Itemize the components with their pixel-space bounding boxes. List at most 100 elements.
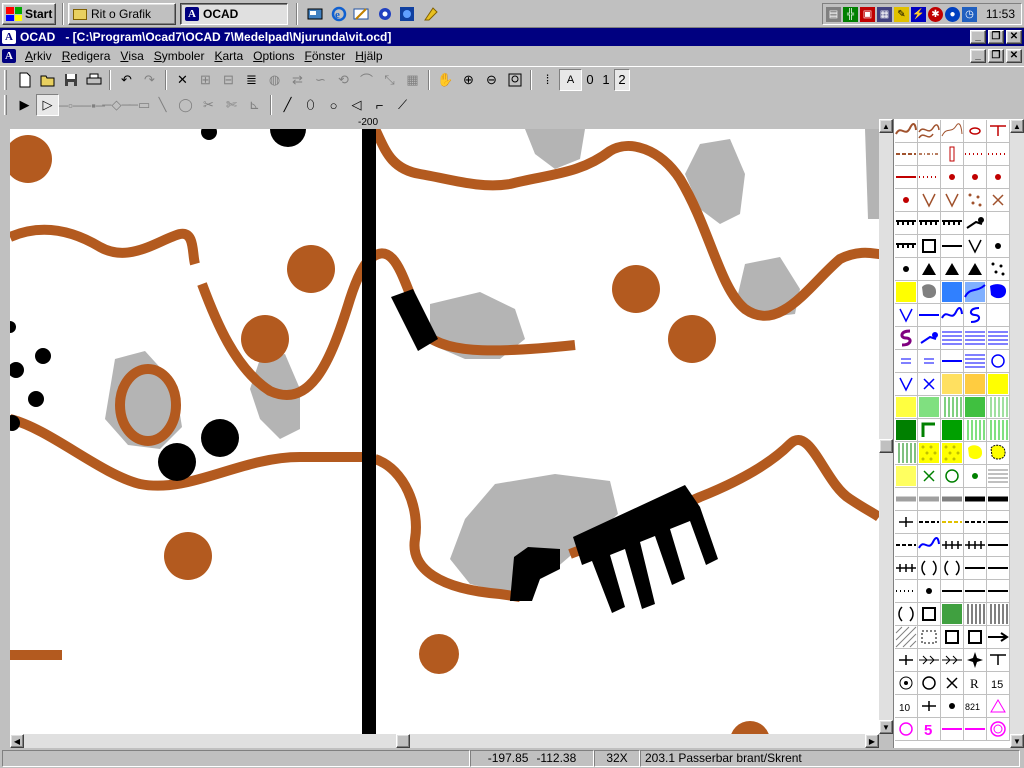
symbol-button[interactable] [918, 327, 941, 350]
symbol-button[interactable] [941, 557, 964, 580]
symbol-button[interactable] [941, 166, 964, 189]
symbol-button[interactable] [918, 511, 941, 534]
cut-hole-icon[interactable]: ✄ [220, 94, 243, 116]
text-mode-icon[interactable]: A [559, 68, 582, 91]
add-point-icon[interactable]: ─▫─ [59, 94, 82, 116]
symbol-button[interactable] [987, 649, 1010, 672]
symbol-button[interactable] [941, 465, 964, 488]
symbol-button[interactable] [941, 672, 964, 695]
dash-point-icon[interactable]: ─▭ [128, 94, 151, 116]
map-vertical-scrollbar[interactable]: ▲ ▼ [879, 119, 893, 734]
volume-icon[interactable]: ▤ [826, 6, 841, 22]
symbol-button[interactable] [918, 143, 941, 166]
ellipse-icon[interactable]: ⬯ [299, 94, 322, 116]
symbol-button[interactable] [895, 304, 918, 327]
symbol-button[interactable] [918, 350, 941, 373]
menu-symboler[interactable]: Symboler [149, 47, 210, 65]
pen-icon[interactable]: ✎ [894, 6, 909, 22]
symbol-button[interactable] [895, 120, 918, 143]
fill-icon[interactable]: ◍ [263, 69, 286, 91]
symbol-button[interactable] [895, 258, 918, 281]
circle-icon[interactable]: ○ [322, 94, 345, 116]
symbol-button[interactable] [895, 327, 918, 350]
symbol-button[interactable] [987, 396, 1010, 419]
symbol-button[interactable] [895, 511, 918, 534]
symbol-button[interactable] [964, 212, 987, 235]
symbol-button[interactable] [964, 350, 987, 373]
symbol-button[interactable] [895, 143, 918, 166]
symbol-button[interactable] [964, 235, 987, 258]
symbol-button[interactable] [941, 580, 964, 603]
symbol-button[interactable] [895, 603, 918, 626]
symbol-button[interactable] [964, 166, 987, 189]
symbol-button[interactable] [918, 304, 941, 327]
zoom-out-icon[interactable]: ⊖ [480, 69, 503, 91]
symbol-button[interactable] [987, 419, 1010, 442]
symbol-button[interactable] [941, 258, 964, 281]
undo-icon[interactable]: ↶ [115, 69, 138, 91]
symbol-button[interactable] [964, 649, 987, 672]
minimize-button[interactable]: _ [970, 30, 986, 44]
symbol-button[interactable] [964, 143, 987, 166]
channels-icon[interactable] [376, 5, 394, 23]
symbol-button[interactable] [918, 695, 941, 718]
symbol-button[interactable] [941, 304, 964, 327]
map-canvas[interactable] [10, 129, 879, 734]
view-mode-1[interactable]: 1 [598, 69, 614, 91]
toolbar-grip[interactable] [4, 95, 7, 115]
symbol-button[interactable] [918, 649, 941, 672]
symbol-button[interactable] [964, 189, 987, 212]
symbol-button[interactable] [964, 465, 987, 488]
menu-fonster[interactable]: Fönster [300, 47, 351, 65]
task-scheduler-icon[interactable]: ◷ [962, 6, 977, 22]
symbol-button[interactable] [964, 258, 987, 281]
symbol-button[interactable] [941, 235, 964, 258]
close-button[interactable]: ✕ [1006, 30, 1022, 44]
symbol-button[interactable] [987, 143, 1010, 166]
symbol-button[interactable] [964, 718, 987, 741]
symbol-button[interactable] [941, 442, 964, 465]
merge-icon[interactable]: ≣ [240, 69, 263, 91]
pan-icon[interactable]: ✋ [434, 69, 457, 91]
rectangle-icon[interactable]: ◁ [345, 94, 368, 116]
symbol-button[interactable] [918, 626, 941, 649]
menu-options[interactable]: Options [248, 47, 299, 65]
symbol-button[interactable] [895, 649, 918, 672]
new-file-icon[interactable] [13, 69, 36, 91]
antivirus-icon[interactable]: ✱ [928, 6, 943, 22]
palette-scroll-down-button[interactable]: ▼ [1010, 734, 1024, 748]
symbol-button[interactable] [941, 396, 964, 419]
open-file-icon[interactable] [36, 69, 59, 91]
start-button[interactable]: Start [2, 3, 56, 25]
symbol-button[interactable] [964, 488, 987, 511]
symbol-button[interactable] [895, 488, 918, 511]
symbol-button[interactable] [941, 120, 964, 143]
symbol-button[interactable] [918, 534, 941, 557]
task-button-ocad[interactable]: A OCAD [180, 3, 288, 25]
reverse-icon[interactable]: ⇄ [286, 69, 309, 91]
symbol-button[interactable]: R [964, 672, 987, 695]
symbol-button[interactable] [964, 626, 987, 649]
internet-explorer-icon[interactable]: e [330, 5, 348, 23]
symbol-button[interactable] [941, 511, 964, 534]
display-icon[interactable]: ▣ [860, 6, 875, 22]
symbol-button[interactable] [918, 189, 941, 212]
symbol-button[interactable] [941, 350, 964, 373]
symbol-button[interactable] [941, 419, 964, 442]
symbol-button[interactable] [987, 235, 1010, 258]
symbol-button[interactable] [895, 580, 918, 603]
symbol-button[interactable] [895, 350, 918, 373]
symbol-button[interactable] [918, 488, 941, 511]
symbol-button[interactable] [987, 442, 1010, 465]
symbol-button[interactable] [941, 189, 964, 212]
palette-scroll-up-button[interactable]: ▲ [1010, 119, 1024, 133]
symbol-button[interactable] [964, 511, 987, 534]
symbol-button[interactable] [895, 672, 918, 695]
scroll-thumb[interactable] [396, 734, 410, 748]
symbol-button[interactable] [918, 603, 941, 626]
symbol-button[interactable] [987, 281, 1010, 304]
symbol-button[interactable] [987, 189, 1010, 212]
ocad-app-icon[interactable]: A [2, 30, 16, 44]
symbol-button[interactable] [918, 580, 941, 603]
save-icon[interactable] [59, 69, 82, 91]
